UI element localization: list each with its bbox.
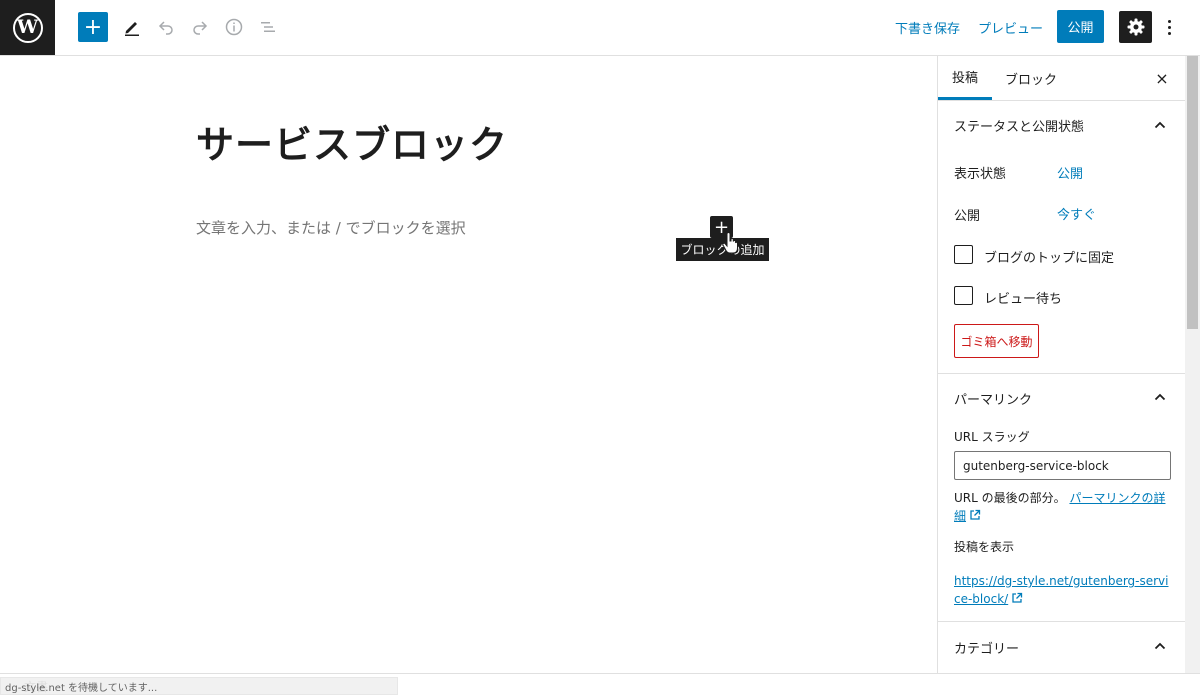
preview-button[interactable]: プレビュー [978, 18, 1043, 37]
chevron-up-icon [1154, 121, 1166, 129]
move-to-trash-button[interactable]: ゴミ箱へ移動 [954, 324, 1039, 358]
visibility-toggle[interactable]: 公開 [1057, 163, 1083, 182]
details-button[interactable] [220, 12, 248, 42]
paragraph-placeholder[interactable]: 文章を入力、または / でブロックを選択 [196, 217, 466, 238]
more-dots-icon [1167, 19, 1171, 23]
add-block-button[interactable]: + [78, 12, 108, 42]
wordpress-logo-button[interactable]: W [0, 0, 55, 55]
redo-icon [193, 21, 208, 35]
undo-button[interactable] [152, 12, 180, 42]
publish-date-toggle[interactable]: 今すぐ [1057, 204, 1096, 223]
more-options-button[interactable] [1160, 12, 1178, 42]
close-sidebar-button[interactable]: × [1152, 68, 1172, 88]
sidebar-tabs: 投稿 ブロック × [938, 56, 1185, 101]
pending-review-label[interactable]: レビュー待ち [984, 288, 1062, 307]
sidebar-scrollbar[interactable] [1185, 56, 1200, 673]
view-post-label: 投稿を表示 [954, 540, 1015, 554]
category-panel-toggle[interactable]: カテゴリー [954, 638, 1019, 657]
url-slug-label: URL スラッグ [954, 430, 1030, 444]
list-view-icon [261, 22, 275, 32]
visibility-label: 表示状態 [954, 167, 1007, 182]
permalink-panel-toggle[interactable]: パーマリンク [954, 389, 1032, 408]
pending-review-checkbox[interactable] [954, 286, 973, 305]
publish-button[interactable]: 公開 [1057, 10, 1104, 43]
panel-divider [938, 621, 1185, 622]
list-view-button[interactable] [254, 12, 282, 42]
browser-loading-status: dg-style.net を待機しています... [0, 677, 398, 695]
redo-button[interactable] [186, 12, 214, 42]
post-url: https://dg-style.net/gutenberg-service-b… [954, 572, 1172, 608]
tab-block[interactable]: ブロック [1005, 56, 1057, 100]
edit-tool-button[interactable] [118, 12, 146, 42]
settings-button[interactable] [1119, 11, 1152, 43]
panel-divider [938, 373, 1185, 374]
undo-icon [158, 21, 173, 35]
gear-icon [1127, 18, 1144, 36]
chevron-up-icon [1154, 393, 1166, 401]
post-title[interactable]: サービスブロック [196, 114, 508, 169]
info-icon [225, 18, 243, 36]
external-link-icon [1012, 592, 1023, 603]
chevron-up-icon [1154, 642, 1166, 650]
post-url-link[interactable]: https://dg-style.net/gutenberg-service-b… [954, 574, 1169, 606]
hand-cursor-icon [722, 232, 738, 254]
sticky-checkbox[interactable] [954, 245, 973, 264]
save-draft-button[interactable]: 下書き保存 [895, 18, 960, 37]
wordpress-icon: W [12, 12, 43, 43]
url-slug-input[interactable]: gutenberg-service-block [954, 451, 1171, 480]
permalink-help: URL の最後の部分。 パーマリンクの詳細 [954, 489, 1172, 525]
editor-header: W + 下書き保存 プレビュー 公開 [0, 0, 1200, 56]
tab-post[interactable]: 投稿 [938, 56, 992, 100]
close-icon: × [1155, 68, 1169, 88]
external-link-icon [970, 509, 981, 520]
editor-canvas: サービスブロック 文章を入力、または / でブロックを選択 + ブロックの追加 [0, 56, 937, 673]
editor-footer: 文書 dg-style.net を待機しています... [0, 673, 1200, 695]
settings-sidebar: 投稿 ブロック × ステータスと公開状態 表示状態 公開 公開 今すぐ ブログの… [937, 56, 1185, 673]
sticky-label[interactable]: ブログのトップに固定 [984, 247, 1114, 266]
status-panel-toggle[interactable]: ステータスと公開状態 [954, 116, 1084, 135]
pencil-icon [125, 22, 139, 36]
publish-date-label: 公開 [954, 209, 981, 224]
permalink-help-text: URL の最後の部分。 [954, 491, 1066, 505]
scrollbar-thumb[interactable] [1187, 56, 1198, 329]
